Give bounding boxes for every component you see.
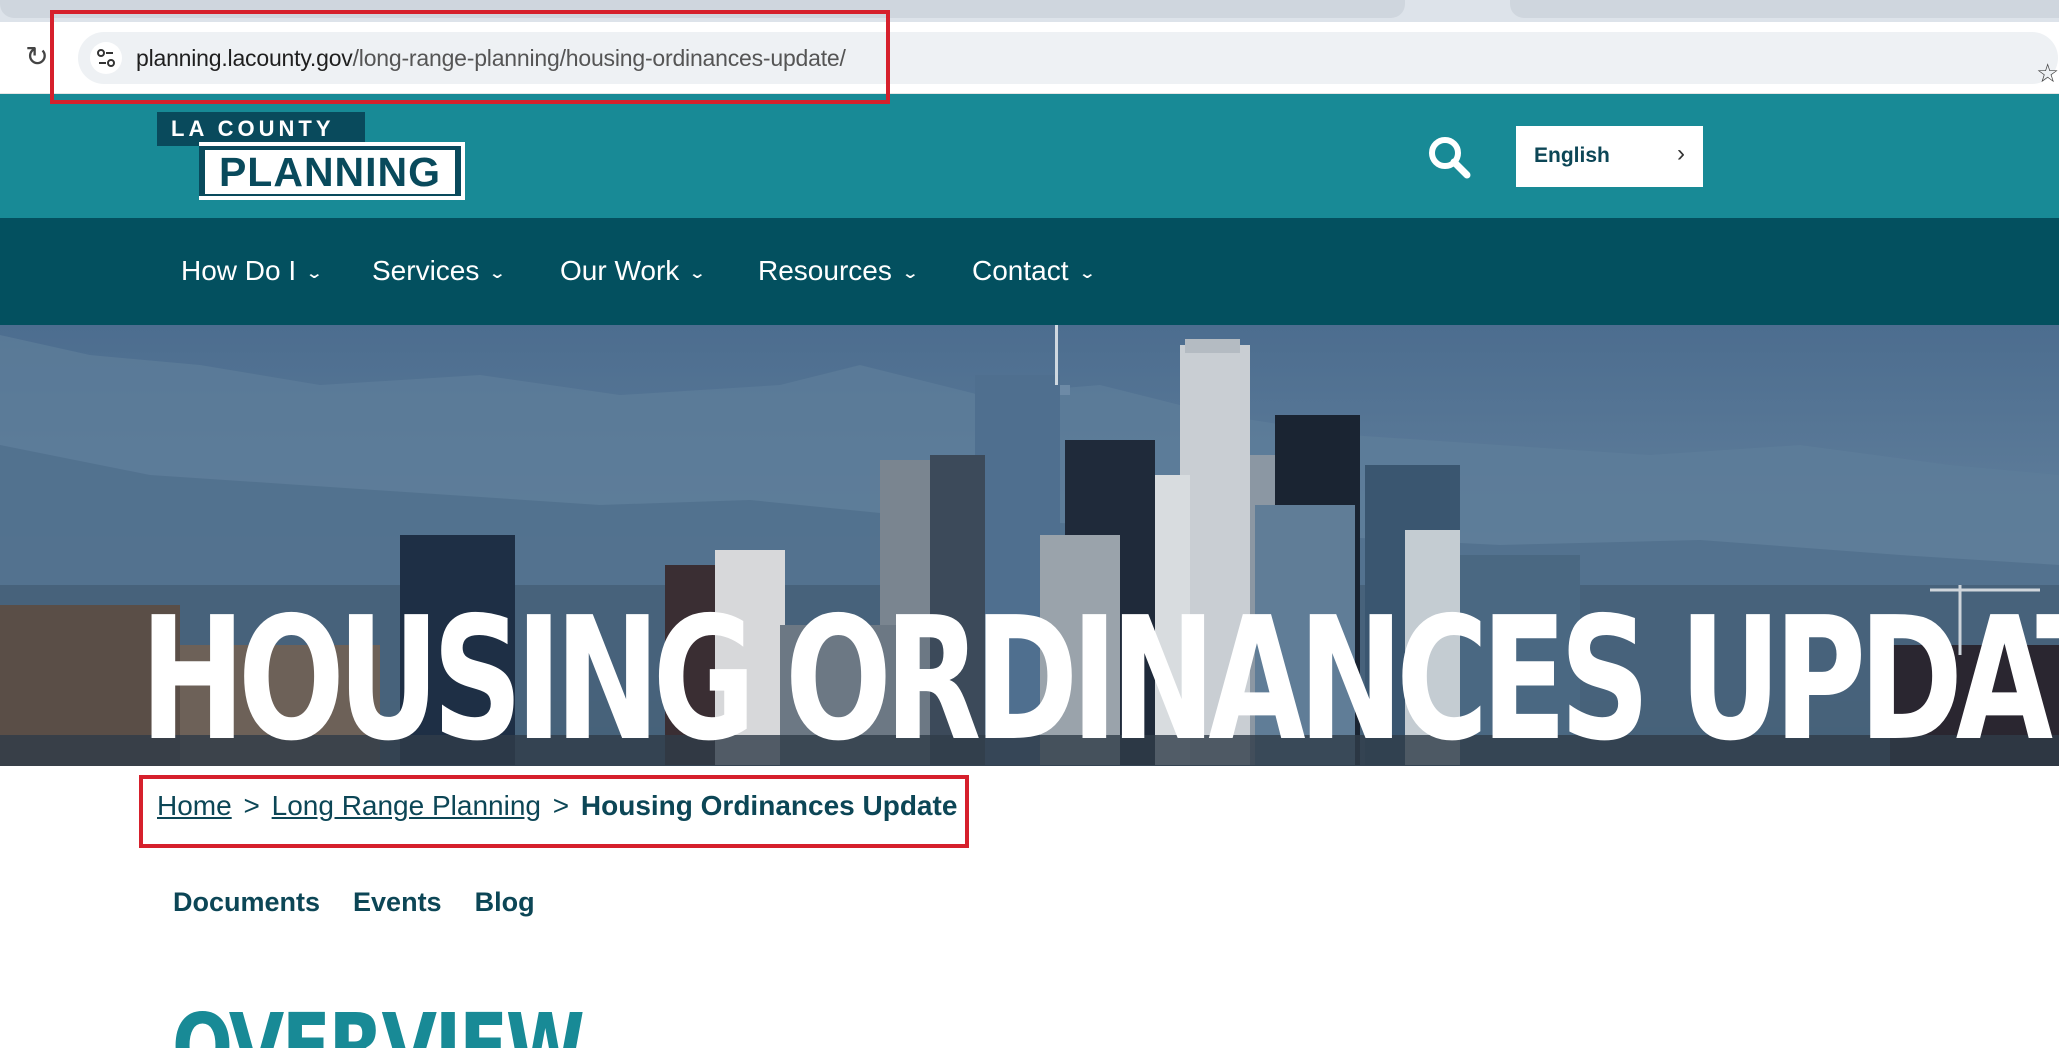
page-title: HOUSING ORDINANCES UPDATE bbox=[140, 581, 2059, 766]
chevron-down-icon: ⌄ bbox=[901, 265, 919, 282]
subnav-blog-link[interactable]: Blog bbox=[475, 887, 535, 918]
language-label: English bbox=[1534, 144, 1610, 167]
nav-item-our-work[interactable]: Our Work ⌄ bbox=[560, 254, 707, 288]
chevron-down-icon: ⌄ bbox=[688, 265, 707, 282]
bookmark-star-icon[interactable]: ☆ bbox=[2036, 60, 2059, 86]
subnav-documents-link[interactable]: Documents bbox=[173, 887, 320, 918]
chevron-down-icon: ⌄ bbox=[1077, 265, 1096, 282]
nav-item-resources[interactable]: Resources ⌄ bbox=[758, 254, 919, 288]
sub-nav: Documents Events Blog bbox=[173, 887, 535, 918]
chevron-down-icon: ⌄ bbox=[488, 265, 507, 282]
nav-item-how-do-i[interactable]: How Do I ⌄ bbox=[181, 254, 324, 288]
chevron-right-icon: › bbox=[1677, 140, 1685, 167]
language-selector[interactable]: English › bbox=[1516, 126, 1703, 187]
logo-bottom-box: PLANNING bbox=[199, 142, 465, 200]
main-nav: How Do I ⌄ Services ⌄ Our Work ⌄ Resourc… bbox=[0, 218, 2059, 325]
la-county-planning-logo[interactable]: LA COUNTY PLANNING bbox=[157, 112, 465, 200]
subnav-events-link[interactable]: Events bbox=[353, 887, 442, 918]
nav-item-label: Contact bbox=[972, 255, 1069, 286]
nav-item-contact[interactable]: Contact ⌄ bbox=[972, 254, 1096, 288]
breadcrumb-highlight-box bbox=[139, 775, 969, 848]
nav-item-label: Our Work bbox=[560, 255, 680, 286]
search-icon[interactable] bbox=[1426, 134, 1472, 180]
nav-item-services[interactable]: Services ⌄ bbox=[372, 254, 507, 288]
overview-heading: OVERVIEW bbox=[172, 994, 585, 1048]
nav-item-label: Resources bbox=[758, 255, 892, 286]
nav-item-label: Services bbox=[372, 255, 480, 286]
reload-icon[interactable]: ↻ bbox=[22, 42, 52, 72]
nav-item-label: How Do I bbox=[181, 255, 297, 286]
hero-banner: HOUSING ORDINANCES UPDATE bbox=[0, 325, 2059, 766]
url-highlight-box bbox=[50, 10, 890, 104]
site-header: LA COUNTY PLANNING English › bbox=[0, 94, 2059, 218]
logo-bottom-text: PLANNING bbox=[205, 150, 455, 194]
logo-top-text: LA COUNTY bbox=[157, 112, 365, 146]
browser-tab[interactable] bbox=[1510, 0, 2059, 18]
chevron-down-icon: ⌄ bbox=[305, 265, 324, 282]
